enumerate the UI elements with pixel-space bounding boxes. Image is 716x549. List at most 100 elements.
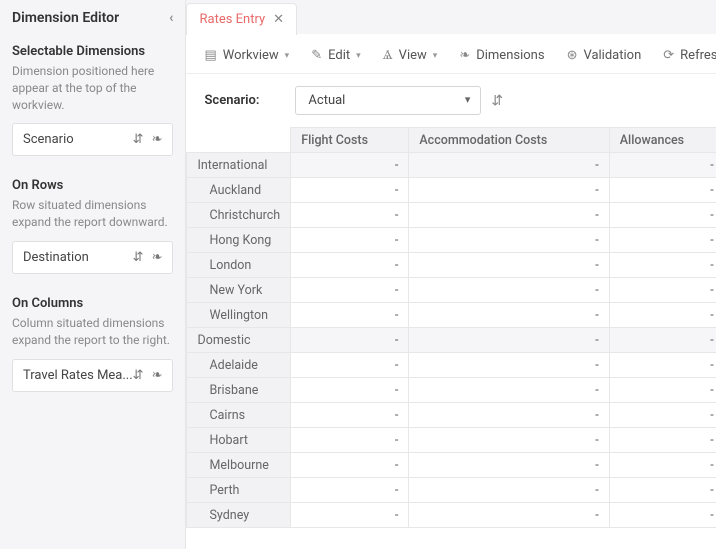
row-header[interactable]: Hobart <box>187 428 291 453</box>
leaf-icon[interactable]: ❧ <box>152 368 163 383</box>
grid-cell[interactable]: - <box>409 278 609 303</box>
refresh-button[interactable]: ⟳ Refresh <box>663 48 716 63</box>
table-row: Domestic--- <box>187 328 716 353</box>
row-header[interactable]: Adelaide <box>187 353 291 378</box>
grid-cell[interactable]: - <box>409 503 609 528</box>
column-header[interactable]: Flight Costs <box>291 128 409 153</box>
grid-cell[interactable]: - <box>609 228 716 253</box>
dimension-chip-travel-rates[interactable]: Travel Rates Mea... ⇵ ❧ <box>12 359 173 392</box>
dimension-chip-destination[interactable]: Destination ⇵ ❧ <box>12 241 173 274</box>
row-header[interactable]: London <box>187 253 291 278</box>
grid-cell[interactable]: - <box>291 253 409 278</box>
grid-cell[interactable]: - <box>291 328 409 353</box>
grid-cell[interactable]: - <box>409 378 609 403</box>
grid-cell[interactable]: - <box>609 303 716 328</box>
grid-cell[interactable]: - <box>409 228 609 253</box>
grid-cell[interactable]: - <box>609 328 716 353</box>
grid-cell[interactable]: - <box>409 353 609 378</box>
grid-cell[interactable]: - <box>291 378 409 403</box>
workview-icon: ▤ <box>204 48 216 63</box>
table-row: Sydney--- <box>187 503 716 528</box>
tab-rates-entry[interactable]: Rates Entry ✕ <box>186 3 297 35</box>
row-header[interactable]: Christchurch <box>187 203 291 228</box>
row-header[interactable]: Hong Kong <box>187 228 291 253</box>
grid-cell[interactable]: - <box>609 478 716 503</box>
grid-cell[interactable]: - <box>291 228 409 253</box>
grid-cell[interactable]: - <box>291 353 409 378</box>
grid-cell[interactable]: - <box>609 378 716 403</box>
edit-button[interactable]: ✎ Edit ▾ <box>311 48 360 63</box>
toolbar: ▤ Workview ▾ ✎ Edit ▾ Ⱑ View ▾ ❧ Dimensi… <box>186 34 716 74</box>
grid-cell[interactable]: - <box>291 303 409 328</box>
dimension-chip-label: Destination <box>23 250 89 265</box>
row-header[interactable]: Auckland <box>187 178 291 203</box>
selectable-section-desc: Dimension positioned here appear at the … <box>12 63 173 113</box>
grid-cell[interactable]: - <box>409 153 609 178</box>
collapse-sidebar-icon[interactable]: ‹ <box>169 10 173 26</box>
row-header[interactable]: Sydney <box>187 503 291 528</box>
row-header[interactable]: Wellington <box>187 303 291 328</box>
column-header[interactable]: Accommodation Costs <box>409 128 609 153</box>
dimensions-button[interactable]: ❧ Dimensions <box>459 48 544 63</box>
hierarchy-icon[interactable]: ⇵ <box>133 368 144 383</box>
sidebar-title: Dimension Editor <box>12 10 119 26</box>
grid-cell[interactable]: - <box>609 428 716 453</box>
grid-cell[interactable]: - <box>291 428 409 453</box>
grid-cell[interactable]: - <box>609 353 716 378</box>
dimension-chip-label: Travel Rates Mea... <box>23 368 133 383</box>
row-header[interactable]: Perth <box>187 478 291 503</box>
grid-cell[interactable]: - <box>291 153 409 178</box>
grid-cell[interactable]: - <box>291 178 409 203</box>
dimension-editor-panel: Dimension Editor ‹ Selectable Dimensions… <box>0 0 186 549</box>
table-row: Auckland--- <box>187 178 716 203</box>
grid-cell[interactable]: - <box>409 428 609 453</box>
leaf-icon[interactable]: ❧ <box>152 132 163 147</box>
grid-cell[interactable]: - <box>609 278 716 303</box>
tab-bar: Rates Entry ✕ <box>186 0 716 34</box>
grid-cell[interactable]: - <box>609 153 716 178</box>
hierarchy-icon[interactable]: ⇵ <box>491 93 503 109</box>
row-header[interactable]: New York <box>187 278 291 303</box>
view-button[interactable]: Ⱑ View ▾ <box>383 48 438 63</box>
validation-button[interactable]: ⊛ Validation <box>567 48 642 63</box>
grid-cell[interactable]: - <box>409 203 609 228</box>
table-row: Brisbane--- <box>187 378 716 403</box>
hierarchy-icon[interactable]: ⇵ <box>133 132 144 147</box>
grid-cell[interactable]: - <box>609 403 716 428</box>
grid-cell[interactable]: - <box>609 203 716 228</box>
hierarchy-icon[interactable]: ⇵ <box>133 250 144 265</box>
row-header[interactable]: International <box>187 153 291 178</box>
row-header[interactable]: Melbourne <box>187 453 291 478</box>
grid-cell[interactable]: - <box>291 403 409 428</box>
grid-cell[interactable]: - <box>409 403 609 428</box>
scenario-select[interactable]: Actual <box>295 86 481 115</box>
table-row: International--- <box>187 153 716 178</box>
row-header[interactable]: Brisbane <box>187 378 291 403</box>
table-row: Cairns--- <box>187 403 716 428</box>
close-tab-icon[interactable]: ✕ <box>273 12 284 27</box>
table-row: New York--- <box>187 278 716 303</box>
grid-cell[interactable]: - <box>291 453 409 478</box>
workview-button[interactable]: ▤ Workview ▾ <box>204 48 289 63</box>
leaf-icon[interactable]: ❧ <box>152 250 163 265</box>
grid-cell[interactable]: - <box>409 478 609 503</box>
grid-cell[interactable]: - <box>609 253 716 278</box>
rates-grid: Flight Costs Accommodation Costs Allowan… <box>186 127 716 528</box>
grid-cell[interactable]: - <box>609 178 716 203</box>
row-header[interactable]: Domestic <box>187 328 291 353</box>
grid-cell[interactable]: - <box>409 453 609 478</box>
column-header[interactable]: Allowances <box>609 128 716 153</box>
grid-cell[interactable]: - <box>409 253 609 278</box>
grid-cell[interactable]: - <box>291 203 409 228</box>
grid-cell[interactable]: - <box>409 178 609 203</box>
chevron-down-icon: ▾ <box>285 51 290 61</box>
row-header[interactable]: Cairns <box>187 403 291 428</box>
grid-cell[interactable]: - <box>409 303 609 328</box>
grid-cell[interactable]: - <box>609 503 716 528</box>
grid-cell[interactable]: - <box>291 278 409 303</box>
grid-cell[interactable]: - <box>409 328 609 353</box>
dimension-chip-scenario[interactable]: Scenario ⇵ ❧ <box>12 123 173 156</box>
grid-cell[interactable]: - <box>291 503 409 528</box>
grid-cell[interactable]: - <box>609 453 716 478</box>
grid-cell[interactable]: - <box>291 478 409 503</box>
